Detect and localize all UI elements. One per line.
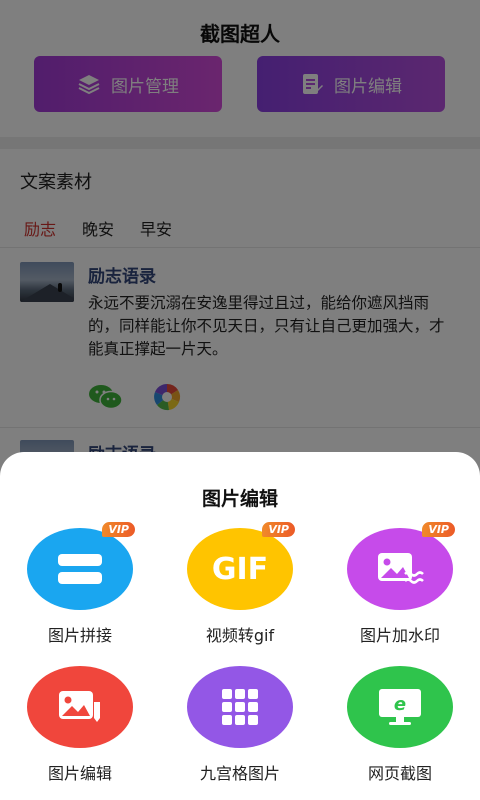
tool-watermark[interactable]: VIP 图片加水印	[330, 522, 470, 646]
gif-icon: GIF VIP	[187, 522, 295, 610]
bottom-sheet: 图片编辑 VIP 图片拼接 GIF VIP 视频转gif VIP 图片加水印 图…	[0, 452, 480, 800]
tool-image-edit[interactable]: 图片编辑	[10, 666, 150, 784]
watermark-icon: VIP	[347, 522, 455, 610]
stitch-icon: VIP	[27, 522, 135, 610]
tool-web-capture[interactable]: e 网页截图	[330, 666, 470, 784]
tool-label: 图片编辑	[47, 764, 112, 783]
sheet-title: 图片编辑	[201, 488, 278, 510]
svg-text:e: e	[394, 694, 406, 715]
image-edit-icon	[27, 666, 133, 748]
tool-label: 网页截图	[367, 764, 432, 783]
vip-badge: VIP	[262, 522, 295, 537]
tool-label: 九宫格图片	[199, 764, 280, 783]
grid-icon	[187, 666, 293, 748]
tool-image-stitch[interactable]: VIP 图片拼接	[10, 522, 150, 646]
vip-badge: VIP	[422, 522, 455, 537]
vip-badge: VIP	[102, 522, 135, 537]
web-capture-icon: e	[347, 666, 453, 748]
gif-icon-text: GIF	[211, 551, 269, 587]
tool-label: 图片加水印	[359, 626, 440, 645]
tool-nine-grid[interactable]: 九宫格图片	[170, 666, 310, 784]
tool-label: 视频转gif	[205, 626, 275, 645]
tool-label: 图片拼接	[47, 626, 112, 645]
tool-video-to-gif[interactable]: GIF VIP 视频转gif	[170, 522, 310, 646]
